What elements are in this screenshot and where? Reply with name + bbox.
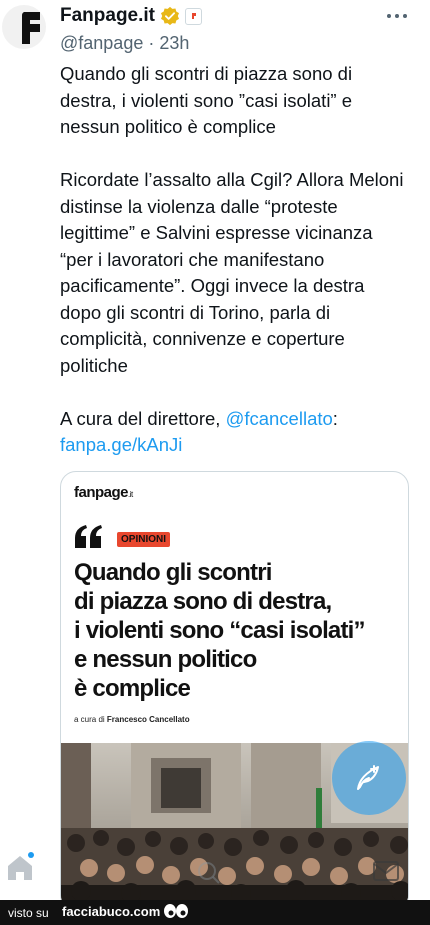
tweet-credit: A cura del direttore, @fcancellato: fanp… <box>60 406 408 459</box>
headline-line: è complice <box>74 675 191 702</box>
credit-suffix: : <box>332 407 338 429</box>
card-logo-text: fanpage <box>74 484 129 501</box>
more-options-icon[interactable] <box>386 11 408 21</box>
notification-dot <box>28 852 34 858</box>
messages-icon[interactable] <box>372 860 400 882</box>
credit-prefix: A cura del direttore, <box>60 407 226 429</box>
search-icon[interactable] <box>196 860 222 886</box>
headline-line: Quando gli scontri <box>74 559 272 586</box>
fanpage-logo-icon <box>21 12 40 44</box>
tweet-body: Quando gli scontri di piazza sono di des… <box>60 61 408 459</box>
card-logo: fanpage.it <box>74 484 133 501</box>
watermark-footer: visto su facciabuco.com <box>0 900 430 925</box>
card-headline: Quando gli scontri di piazza sono di des… <box>74 558 404 703</box>
headline-line: di piazza sono di destra, <box>74 588 332 615</box>
tweet-time[interactable]: 23h <box>159 33 189 53</box>
card-byline: a cura di Francesco Cancellato <box>74 715 190 724</box>
author-handle[interactable]: @fanpage <box>60 33 143 53</box>
verified-badge-icon <box>161 6 180 26</box>
tweet-header: Fanpage.it @fanpage · 23h <box>60 3 420 53</box>
compose-tweet-button[interactable] <box>332 741 406 815</box>
meta-separator: · <box>148 33 155 53</box>
byline-author: Francesco Cancellato <box>106 715 190 724</box>
tweet-paragraph: Quando gli scontri di piazza sono di des… <box>60 63 353 137</box>
tweet-paragraph: Ricordate l’assalto alla Cgil? Allora Me… <box>60 169 404 376</box>
quote-icon <box>75 525 102 548</box>
opinion-badge: OPINIONI <box>117 532 171 547</box>
bottom-navigation <box>0 838 430 900</box>
author-avatar[interactable] <box>2 5 46 49</box>
article-link[interactable]: fanpa.ge/kAnJi <box>60 434 182 455</box>
byline-prefix: a cura di <box>74 715 107 724</box>
headline-line: i violenti sono “casi isolati” <box>74 617 366 644</box>
footer-site[interactable]: facciabuco.com <box>62 904 160 919</box>
footer-visto: visto su <box>8 906 49 920</box>
author-name[interactable]: Fanpage.it <box>60 5 155 27</box>
mention-link[interactable]: @fcancellato <box>226 408 333 429</box>
eyes-logo-icon <box>164 904 188 918</box>
card-logo-suffix: .it <box>128 490 133 499</box>
headline-line: e nessun politico <box>74 646 257 673</box>
compose-tweet-icon <box>357 765 379 790</box>
affiliate-badge-icon[interactable] <box>185 7 203 25</box>
